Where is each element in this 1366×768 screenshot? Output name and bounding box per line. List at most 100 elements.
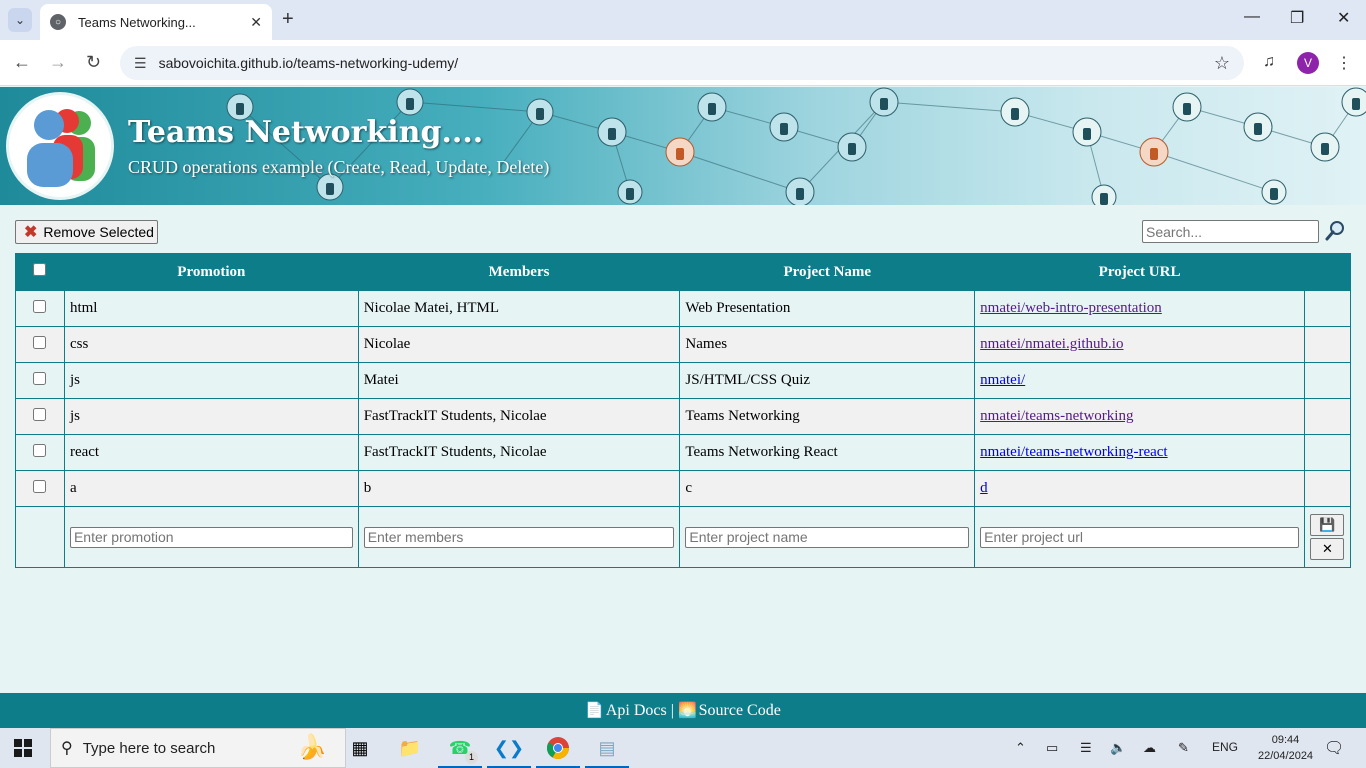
- notepad-app-icon[interactable]: ▤: [585, 734, 629, 768]
- battery-icon[interactable]: ▭: [1046, 740, 1058, 756]
- browser-tab-strip: ⌄ ○ Teams Networking... ✕ + — ❐ ✕: [0, 0, 1366, 40]
- forward-icon[interactable]: →: [49, 52, 67, 73]
- restore-icon[interactable]: ❐: [1290, 8, 1304, 28]
- actions-cell: [1303, 434, 1352, 471]
- close-tab-icon[interactable]: ✕: [250, 14, 262, 31]
- project-name-cell: Teams Networking: [679, 398, 976, 435]
- members-cell: Nicolae: [357, 326, 681, 363]
- vscode-icon[interactable]: ❮❯: [487, 734, 531, 768]
- show-hidden-icons-icon[interactable]: ⌃: [1015, 740, 1026, 756]
- row-checkbox[interactable]: [33, 443, 47, 457]
- actions-cell: [1303, 362, 1352, 399]
- banana-search-highlight-icon: 🍌: [297, 734, 327, 761]
- address-bar[interactable]: ☰ sabovoichita.github.io/teams-networkin…: [120, 46, 1244, 80]
- onedrive-icon[interactable]: ☁: [1143, 740, 1156, 756]
- project-url-input[interactable]: [980, 526, 1299, 548]
- tab-title: Teams Networking...: [78, 14, 196, 30]
- project-url-link[interactable]: nmatei/web-intro-presentation: [980, 300, 1162, 316]
- search-input[interactable]: [1142, 220, 1319, 243]
- promotion-cell: html: [63, 290, 359, 327]
- table-row: html Nicolae Matei, HTML Web Presentatio…: [15, 290, 1352, 327]
- promotion-cell: react: [63, 434, 359, 471]
- remove-selected-button[interactable]: ✖ Remove Selected: [15, 220, 158, 244]
- minimize-icon[interactable]: —: [1244, 8, 1260, 26]
- volume-icon[interactable]: 🔈: [1110, 740, 1126, 756]
- actions-header: [1303, 253, 1352, 291]
- page-header-banner: Teams Networking.... CRUD operations exa…: [0, 87, 1366, 205]
- project-name-input[interactable]: [685, 526, 970, 548]
- new-tab-icon[interactable]: +: [282, 8, 294, 31]
- select-all-checkbox[interactable]: [33, 263, 47, 276]
- members-cell: Nicolae Matei, HTML: [357, 290, 681, 327]
- media-controls-icon[interactable]: ♫: [1263, 53, 1275, 71]
- actions-cell: [1303, 398, 1352, 435]
- project-url-link[interactable]: nmatei/: [980, 372, 1025, 388]
- os-taskbar: ⚲ Type here to search 🍌 ▦ 📁 ☎ 1 ❮❯ ▤ ⌃ ▭ …: [0, 728, 1366, 768]
- table-header-row: Promotion Members Project Name Project U…: [15, 253, 1352, 291]
- row-checkbox[interactable]: [33, 335, 47, 349]
- browser-tab[interactable]: ○ Teams Networking... ✕: [40, 4, 272, 40]
- close-icon: ✕: [1322, 541, 1333, 556]
- project-url-link[interactable]: nmatei/teams-networking-react: [980, 444, 1167, 460]
- table-row: react FastTrackIT Students, Nicolae Team…: [15, 434, 1352, 471]
- project-url-link[interactable]: nmatei/nmatei.github.io: [980, 336, 1123, 352]
- members-cell: FastTrackIT Students, Nicolae: [357, 434, 681, 471]
- taskbar-search-placeholder: Type here to search: [82, 739, 216, 757]
- search-icon[interactable]: [1324, 220, 1346, 242]
- project-name-cell: Web Presentation: [679, 290, 976, 327]
- whatsapp-icon[interactable]: ☎ 1: [438, 734, 482, 768]
- column-header[interactable]: Project Name: [679, 253, 976, 291]
- notifications-icon[interactable]: 🗨: [1324, 738, 1344, 758]
- chrome-icon[interactable]: [536, 734, 580, 768]
- clock-time: 09:44: [1271, 734, 1300, 746]
- document-icon: 📄: [585, 703, 604, 719]
- project-url-link[interactable]: nmatei/teams-networking: [980, 408, 1133, 424]
- row-checkbox[interactable]: [33, 371, 47, 385]
- project-url-link[interactable]: d: [980, 480, 988, 496]
- row-checkbox[interactable]: [33, 479, 47, 493]
- bookmark-star-icon[interactable]: ☆: [1214, 53, 1230, 74]
- row-checkbox[interactable]: [33, 299, 47, 313]
- remove-selected-label: Remove Selected: [43, 224, 154, 240]
- row-checkbox[interactable]: [33, 407, 47, 421]
- members-cell: Matei: [357, 362, 681, 399]
- back-icon[interactable]: ←: [13, 52, 31, 73]
- language-indicator[interactable]: ENG: [1212, 740, 1238, 754]
- cancel-button[interactable]: ✕: [1310, 538, 1345, 560]
- column-header[interactable]: Project URL: [974, 253, 1305, 291]
- new-team-form-row: 💾 ✕: [15, 506, 1352, 568]
- app-logo: [6, 92, 114, 200]
- promotion-cell: a: [63, 470, 359, 507]
- actions-cell: [1303, 290, 1352, 327]
- promotion-cell: js: [63, 362, 359, 399]
- table-row: css Nicolae Names nmatei/nmatei.github.i…: [15, 326, 1352, 363]
- wifi-icon[interactable]: ☰: [1080, 740, 1092, 756]
- pen-icon[interactable]: ✎: [1178, 740, 1189, 756]
- site-info-icon[interactable]: ☰: [134, 55, 147, 72]
- api-docs-link[interactable]: Api Docs: [606, 702, 667, 720]
- actions-cell: [1303, 326, 1352, 363]
- select-all-cell: [15, 253, 65, 291]
- reload-icon[interactable]: ↻: [86, 52, 101, 73]
- tab-search-dropdown-icon[interactable]: ⌄: [8, 8, 32, 32]
- taskbar-search-box[interactable]: ⚲ Type here to search 🍌: [50, 728, 346, 768]
- members-input[interactable]: [363, 526, 675, 548]
- project-name-cell: c: [679, 470, 976, 507]
- whatsapp-badge: 1: [465, 751, 478, 764]
- system-clock[interactable]: 09:44 22/04/2024: [1258, 732, 1313, 764]
- menu-icon[interactable]: ⋮: [1336, 53, 1352, 73]
- members-cell: b: [357, 470, 681, 507]
- column-header[interactable]: Members: [357, 253, 681, 291]
- file-explorer-icon[interactable]: 📁: [396, 734, 424, 762]
- browser-toolbar: ← → ↻ ☰ sabovoichita.github.io/teams-net…: [0, 40, 1366, 86]
- column-header[interactable]: Promotion: [63, 253, 359, 291]
- profile-avatar[interactable]: V: [1297, 52, 1319, 74]
- windows-start-icon[interactable]: [14, 739, 32, 757]
- clock-date: 22/04/2024: [1258, 750, 1314, 762]
- task-view-icon[interactable]: ▦: [346, 734, 374, 762]
- save-button[interactable]: 💾: [1310, 514, 1345, 536]
- source-code-link[interactable]: Source Code: [699, 702, 781, 720]
- promotion-input[interactable]: [69, 526, 353, 548]
- page-title: Teams Networking....: [128, 115, 484, 150]
- close-window-icon[interactable]: ✕: [1337, 8, 1350, 28]
